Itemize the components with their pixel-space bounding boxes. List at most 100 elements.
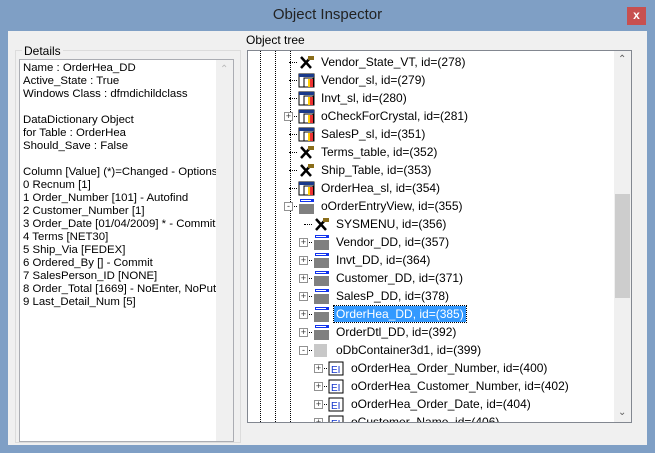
expand-icon[interactable]: +: [299, 256, 308, 265]
tree-item[interactable]: oDbContainer3d1, id=(399): [313, 341, 483, 359]
tree-item[interactable]: OrderHea_sl, id=(354): [298, 179, 442, 197]
tree-item[interactable]: OrderHea_DD, id=(385): [313, 305, 467, 323]
tree-item-label: Vendor_sl, id=(279): [321, 73, 426, 87]
details-line: Windows Class : dfmdichildclass: [23, 88, 188, 100]
details-scrollbar[interactable]: ⌃: [216, 60, 233, 441]
tree-item[interactable]: Customer_DD, id=(371): [313, 269, 465, 287]
tools-icon: [298, 55, 315, 70]
tree-guide: [260, 51, 261, 422]
tree-item-label: OrderDtl_DD, id=(392): [336, 325, 457, 339]
expand-icon[interactable]: +: [314, 400, 323, 409]
edit-field-icon: EI: [328, 397, 345, 412]
details-text[interactable]: Name : OrderHea_DD Active_State : True Win…: [19, 59, 234, 442]
tree-label: Object tree: [246, 33, 305, 47]
scroll-down-icon[interactable]: ⌄: [618, 407, 626, 418]
view-icon: [313, 270, 330, 286]
tree-connector: [289, 188, 297, 189]
tree-item[interactable]: Terms_table, id=(352): [298, 143, 439, 161]
expand-icon[interactable]: +: [299, 292, 308, 301]
expand-icon[interactable]: +: [314, 382, 323, 391]
object-tree[interactable]: ⌃ ⌄ Vendor_State_VT, id=(278) Vendor_sl, …: [247, 50, 632, 423]
tree-item[interactable]: EI oOrderHea_Order_Date, id=(404): [328, 395, 533, 413]
tools-icon: [298, 145, 315, 160]
tree-item[interactable]: Invt_sl, id=(280): [298, 89, 409, 107]
collapse-icon[interactable]: -: [299, 346, 308, 355]
window-icon: [298, 91, 315, 106]
view-icon: [298, 198, 315, 214]
svg-text:EI: EI: [331, 401, 340, 412]
details-line: DataDictionary Object: [23, 114, 134, 126]
details-line: 4 Terms [NET30]: [23, 231, 109, 243]
scroll-up-icon[interactable]: ⌃: [220, 63, 228, 76]
expand-icon[interactable]: +: [314, 364, 323, 373]
tree-item[interactable]: OrderDtl_DD, id=(392): [313, 323, 458, 341]
tree-item[interactable]: Ship_Table, id=(353): [298, 161, 433, 179]
tree-item[interactable]: EI oCustomer_Name, id=(406): [328, 413, 501, 423]
window-icon: [298, 127, 315, 142]
tree-item[interactable]: Vendor_State_VT, id=(278): [298, 53, 467, 71]
window-icon: [298, 109, 315, 124]
edit-field-icon: EI: [328, 379, 345, 394]
tree-item[interactable]: SYSMENU, id=(356): [313, 215, 448, 233]
details-line: 1 Order_Number [101] - Autofind: [23, 192, 189, 204]
title-bar: Object Inspector x: [0, 0, 655, 31]
tree-connector: [304, 224, 312, 225]
details-line: [23, 153, 230, 166]
details-line: 7 SalesPerson_ID [NONE]: [23, 270, 158, 282]
tree-item[interactable]: oCheckForCrystal, id=(281): [298, 107, 470, 125]
details-lines: Name : OrderHea_DD Active_State : True Win…: [23, 62, 230, 309]
view-icon: [313, 306, 330, 322]
details-line: 8 Order_Total [1669] - NoEnter, NoPut: [23, 283, 217, 295]
tree-item-label: oOrderEntryView, id=(355): [321, 199, 463, 213]
expand-icon[interactable]: +: [299, 238, 308, 247]
tree-item-label: oOrderHea_Order_Date, id=(404): [351, 397, 531, 411]
tree-item-label: oCheckForCrystal, id=(281): [321, 109, 469, 123]
expand-icon[interactable]: +: [314, 418, 323, 422]
tree-item[interactable]: EI oOrderHea_Customer_Number, id=(402): [328, 377, 571, 395]
tree-item[interactable]: Vendor_sl, id=(279): [298, 71, 427, 89]
tree-item[interactable]: SalesP_sl, id=(351): [298, 125, 427, 143]
tree-connector: [289, 98, 297, 99]
details-line: 2 Customer_Number [1]: [23, 205, 145, 217]
details-line: Name : OrderHea_DD: [23, 62, 136, 74]
view-icon: [313, 288, 330, 304]
tree-item[interactable]: Vendor_DD, id=(357): [313, 233, 451, 251]
details-line: [23, 101, 230, 114]
tools-icon: [298, 163, 315, 178]
scroll-thumb[interactable]: [615, 194, 630, 298]
tree-item-label: Ship_Table, id=(353): [321, 163, 432, 177]
svg-text:EI: EI: [331, 365, 340, 376]
expand-icon[interactable]: +: [299, 310, 308, 319]
scroll-up-icon[interactable]: ⌃: [618, 54, 626, 65]
details-line: 5 Ship_Via [FEDEX]: [23, 244, 126, 256]
close-button[interactable]: x: [627, 7, 646, 25]
tree-guide: [275, 51, 276, 422]
container-icon: [313, 343, 330, 358]
expand-icon[interactable]: +: [299, 274, 308, 283]
collapse-icon[interactable]: -: [284, 202, 293, 211]
tree-connector: [289, 80, 297, 81]
tree-connector: [289, 134, 297, 135]
tree-scrollbar[interactable]: ⌃ ⌄: [614, 51, 631, 422]
tree-item-label: OrderHea_DD, id=(385): [333, 305, 467, 323]
edit-field-icon: EI: [328, 361, 345, 376]
tree-item-label: SalesP_sl, id=(351): [321, 127, 426, 141]
details-line: 3 Order_Date [01/04/2009] * - Commit: [23, 218, 216, 230]
tree-item-label: Invt_DD, id=(364): [336, 253, 431, 267]
tree-item[interactable]: oOrderEntryView, id=(355): [298, 197, 465, 215]
view-icon: [313, 252, 330, 268]
expand-icon[interactable]: +: [284, 112, 293, 121]
tree-connector: [319, 422, 327, 423]
view-icon: [313, 234, 330, 250]
tree-connector: [289, 170, 297, 171]
details-line: 0 Recnum [1]: [23, 179, 91, 191]
tree-item[interactable]: EI oOrderHea_Order_Number, id=(400): [328, 359, 549, 377]
details-line: Column [Value] (*)=Changed - Options: [23, 166, 218, 178]
tree-connector: [289, 62, 297, 63]
expand-icon[interactable]: +: [299, 328, 308, 337]
tree-item-label: OrderHea_sl, id=(354): [321, 181, 441, 195]
tree-item[interactable]: Invt_DD, id=(364): [313, 251, 432, 269]
window-icon: [298, 181, 315, 196]
tree-item[interactable]: SalesP_DD, id=(378): [313, 287, 451, 305]
tree-item-label: oCustomer_Name, id=(406): [351, 415, 500, 423]
